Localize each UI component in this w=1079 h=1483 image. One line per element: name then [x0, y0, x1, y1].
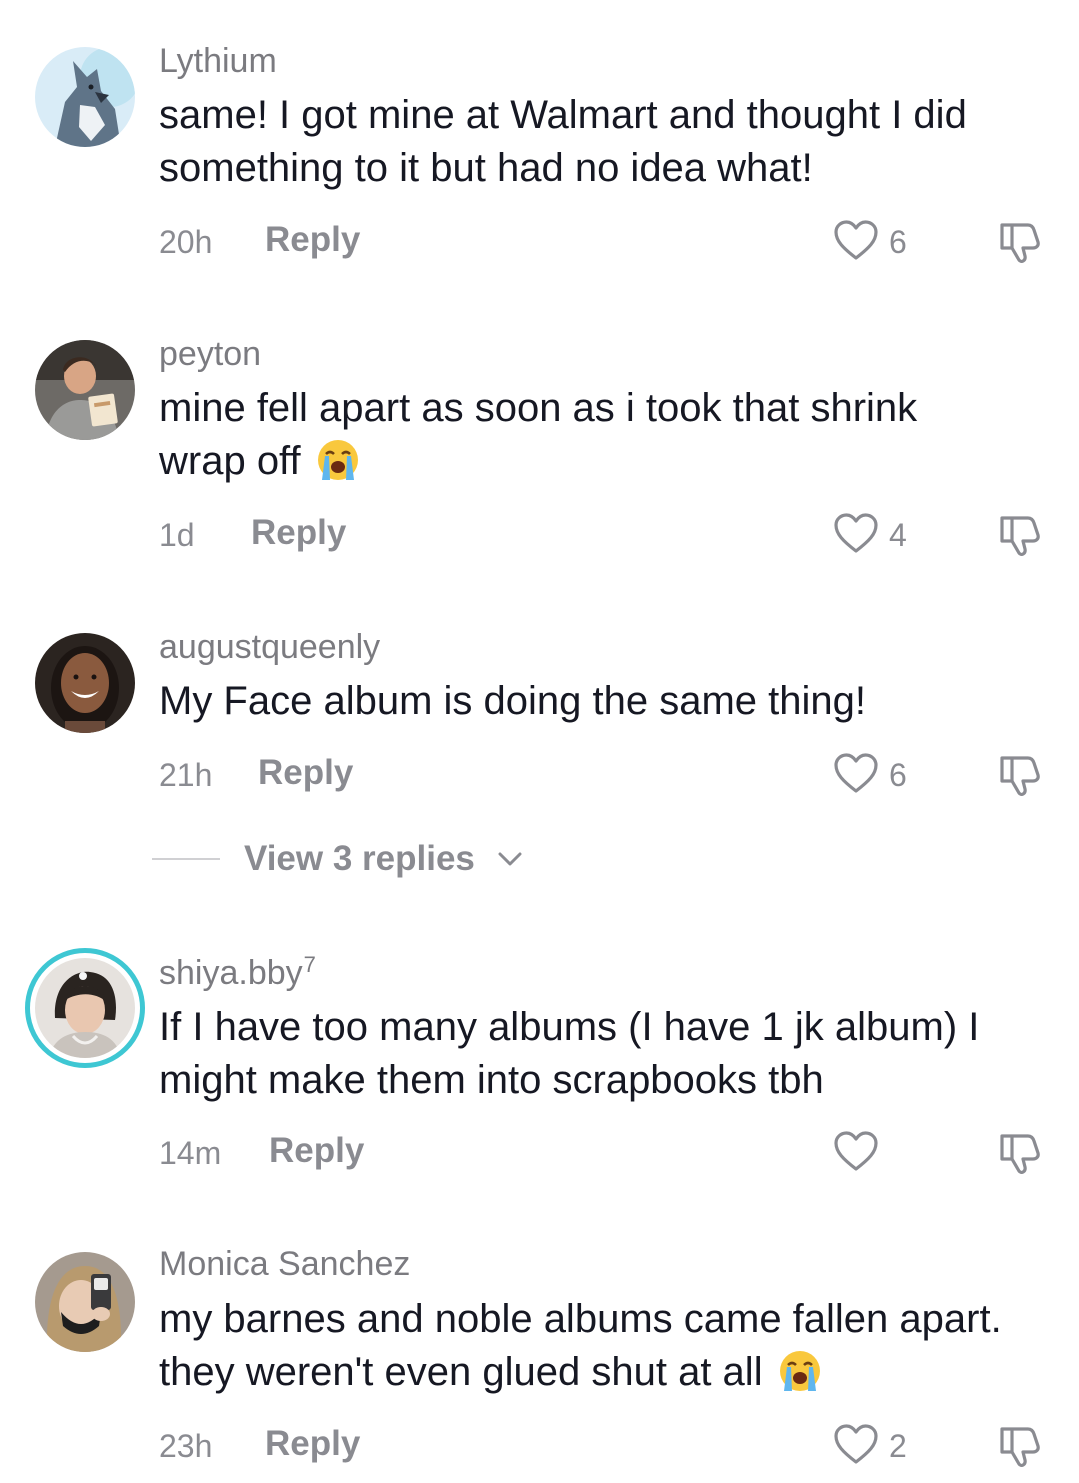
reply-button[interactable]: Reply	[251, 513, 346, 553]
mirror-selfie-avatar-icon	[35, 1252, 135, 1352]
comment-text: mine fell apart as soon as i took that s…	[159, 382, 999, 488]
comment-time: 21h	[159, 757, 213, 793]
like-count: 4	[889, 517, 907, 553]
comment-text: If I have too many albums (I have 1 jk a…	[159, 1001, 1059, 1107]
loudly-crying-face-icon	[779, 1351, 820, 1391]
username-text: peyton	[159, 335, 262, 373]
username-badge: 7	[303, 952, 316, 977]
comment-text: same! I got mine at Walmart and thought …	[159, 89, 1059, 195]
comment-time: 20h	[159, 224, 213, 260]
dislike-icon[interactable]	[994, 509, 1044, 559]
heart-icon[interactable]	[831, 1127, 881, 1177]
comment-actions: 1d Reply 4	[159, 509, 1040, 559]
person-photo-avatar-icon	[35, 958, 135, 1058]
reply-button[interactable]: Reply	[265, 220, 360, 260]
person-photo-avatar-icon	[35, 633, 135, 733]
comment-actions: 21h Reply 6	[159, 749, 1040, 799]
dislike-icon[interactable]	[994, 1127, 1044, 1177]
comment-text: my barnes and noble albums came fallen a…	[159, 1293, 1024, 1399]
username-text: shiya.bby	[159, 954, 303, 992]
comment-time: 14m	[159, 1135, 222, 1171]
reply-button[interactable]: Reply	[265, 1424, 360, 1464]
comment-time: 23h	[159, 1428, 213, 1464]
avatar[interactable]	[35, 47, 135, 147]
heart-icon[interactable]	[831, 509, 881, 559]
divider	[152, 858, 220, 860]
heart-icon[interactable]	[831, 216, 881, 266]
view-replies-button[interactable]: View 3 replies	[244, 839, 475, 879]
comment-time: 1d	[159, 517, 195, 553]
comment-body: My Face album is doing the same thing!	[159, 679, 867, 723]
comment-body: mine fell apart as soon as i took that s…	[159, 386, 918, 483]
heart-icon[interactable]	[831, 749, 881, 799]
dislike-icon[interactable]	[994, 749, 1044, 799]
comment-body: If I have too many albums (I have 1 jk a…	[159, 1005, 980, 1102]
like-count: 2	[889, 1428, 907, 1464]
comment-text: My Face album is doing the same thing!	[159, 675, 1059, 728]
wolf-avatar-icon	[35, 47, 135, 147]
comment-body: my barnes and noble albums came fallen a…	[159, 1297, 1002, 1394]
avatar-story-ring[interactable]	[25, 948, 145, 1068]
comment-actions: 14m Reply	[159, 1127, 1040, 1177]
avatar[interactable]	[35, 1252, 135, 1352]
chevron-down-icon[interactable]	[497, 849, 523, 869]
comment-username[interactable]: Lythium	[159, 42, 277, 81]
dislike-icon[interactable]	[994, 216, 1044, 266]
username-text: augustqueenly	[159, 628, 381, 666]
comment-body: same! I got mine at Walmart and thought …	[159, 93, 967, 190]
like-count: 6	[889, 757, 907, 793]
comment-username[interactable]: Monica Sanchez	[159, 1245, 410, 1284]
person-photo-avatar-icon	[35, 340, 135, 440]
reply-button[interactable]: Reply	[258, 753, 353, 793]
avatar[interactable]	[35, 633, 135, 733]
heart-icon[interactable]	[831, 1420, 881, 1470]
comment-username[interactable]: augustqueenly	[159, 628, 380, 667]
username-text: Lythium	[159, 42, 277, 80]
comment-actions: 20h Reply 6	[159, 216, 1040, 266]
view-replies[interactable]: View 3 replies	[152, 835, 752, 885]
avatar	[35, 958, 135, 1058]
comment-username[interactable]: peyton	[159, 335, 261, 374]
comment-username[interactable]: shiya.bby7	[159, 952, 316, 993]
reply-button[interactable]: Reply	[269, 1131, 364, 1171]
avatar[interactable]	[35, 340, 135, 440]
comment-actions: 23h Reply 2	[159, 1420, 1040, 1470]
dislike-icon[interactable]	[994, 1420, 1044, 1470]
like-count: 6	[889, 224, 907, 260]
username-text: Monica Sanchez	[159, 1245, 411, 1283]
loudly-crying-face-icon	[317, 440, 358, 480]
